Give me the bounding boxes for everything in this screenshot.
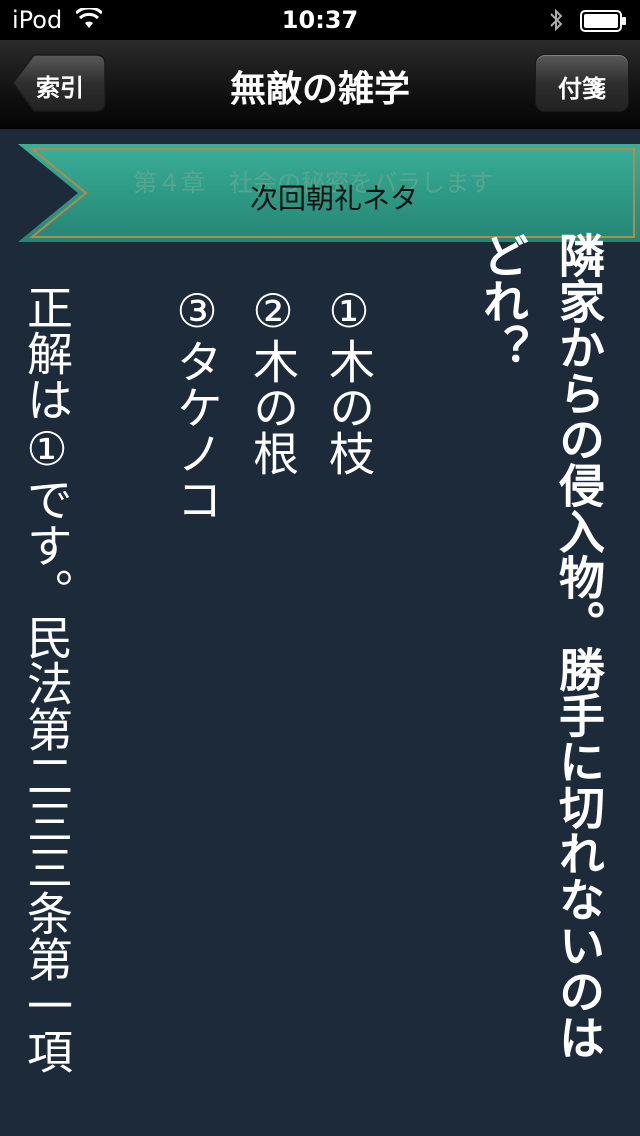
option-1: ①木の枝 bbox=[322, 284, 376, 476]
status-bar: iPod 10:37 bbox=[0, 0, 640, 40]
battery-icon bbox=[580, 10, 626, 32]
bluetooth-icon bbox=[550, 8, 563, 32]
option-2: ②木の根 bbox=[246, 284, 300, 476]
question-line-2: どれ？ bbox=[476, 232, 530, 370]
navigation-bar: 索引 無敵の雑学 付箋 bbox=[0, 40, 640, 129]
question-line-1: 隣家からの侵入物。勝手に切れないのは bbox=[552, 232, 606, 1060]
category-ribbon: 第４章 社会の秘密をバラします 次回朝礼ネタ bbox=[18, 144, 640, 244]
bookmark-label: 付箋 bbox=[558, 75, 606, 103]
bookmark-button[interactable]: 付箋 bbox=[535, 54, 629, 112]
status-time: 10:37 bbox=[281, 6, 359, 34]
ribbon-title: 次回朝礼ネタ bbox=[250, 182, 419, 215]
option-3: ③タケノコ bbox=[170, 284, 224, 522]
answer-text: 正解は①です。民法第二三三条第一項 bbox=[20, 284, 74, 1074]
